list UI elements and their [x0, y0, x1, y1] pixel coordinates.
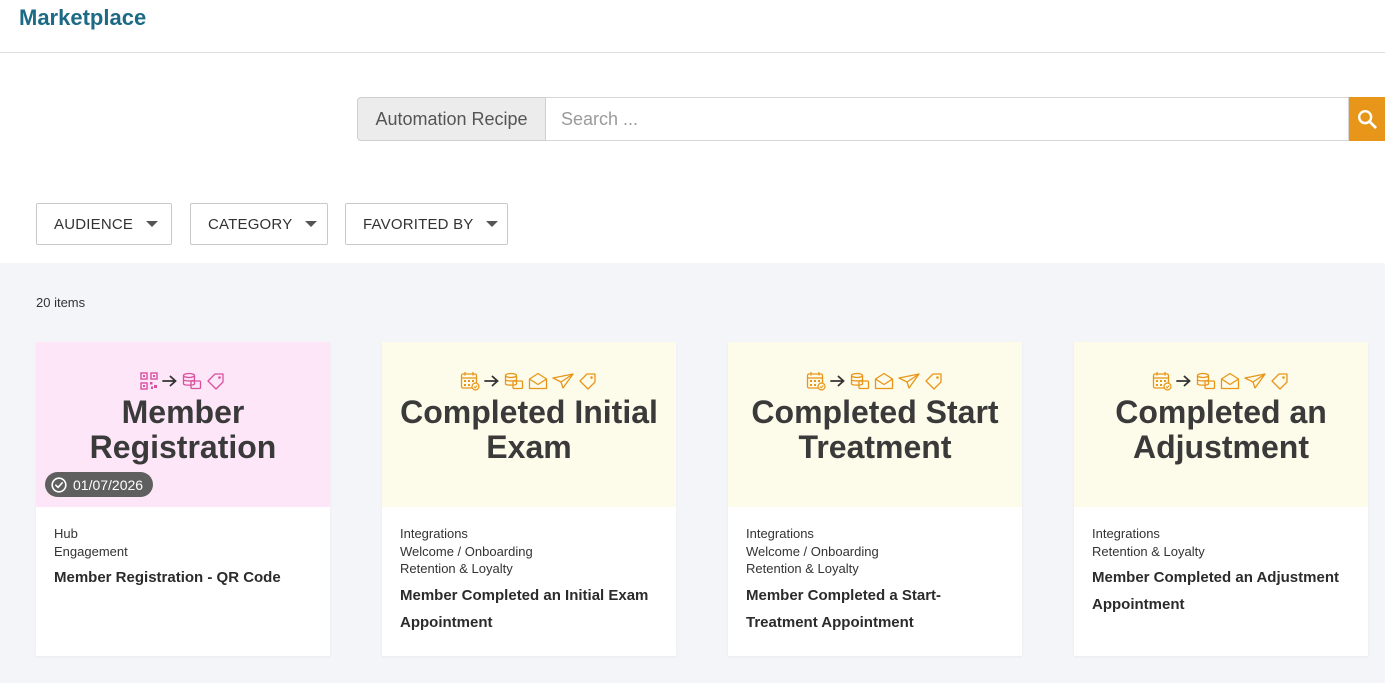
page-title: Marketplace — [19, 5, 147, 30]
card-meta: Integrations Welcome / Onboarding Retent… — [728, 507, 1022, 636]
card-tag: Integrations — [746, 526, 814, 541]
card-name[interactable]: Member Completed an Initial Exam Appoint… — [400, 582, 658, 636]
item-count: 20 items — [36, 295, 86, 310]
recipe-card[interactable]: Completed Start Treatment Integrations W… — [728, 342, 1022, 656]
calendar-icon — [1152, 372, 1172, 391]
arrow-right-icon — [162, 375, 177, 387]
card-tag: Retention & Loyalty — [1092, 543, 1205, 559]
tag-icon — [207, 373, 224, 390]
database-icon — [182, 372, 202, 390]
card-meta: Integrations Retention & Loyalty Member … — [1074, 507, 1368, 618]
search-bar: Automation Recipe — [357, 97, 1385, 141]
paper-plane-icon — [552, 373, 574, 389]
arrow-right-icon — [830, 375, 845, 387]
search-icon — [1358, 110, 1377, 129]
card-name[interactable]: Member Registration - QR Code — [54, 564, 312, 591]
paper-plane-icon — [1244, 373, 1266, 389]
card-banner: Completed an Adjustment — [1074, 342, 1368, 507]
caret-down-icon — [305, 221, 318, 227]
card-banner: Completed Start Treatment — [728, 342, 1022, 507]
calendar-icon — [460, 372, 480, 391]
card-banner-title: Completed Initial Exam — [400, 394, 658, 465]
card-banner-title: Member Registration — [89, 394, 277, 465]
qr-code-icon — [140, 372, 158, 390]
envelope-icon — [874, 372, 894, 390]
recipe-card[interactable]: Member Registration 01/07/2026 Hub Engag… — [36, 342, 330, 656]
caret-down-icon — [486, 221, 499, 227]
calendar-icon — [806, 372, 826, 391]
search-input[interactable] — [546, 97, 1349, 141]
card-meta: Hub Engagement Member Registration - QR … — [36, 507, 330, 591]
database-icon — [850, 372, 870, 390]
database-icon — [504, 372, 524, 390]
envelope-icon — [1220, 372, 1240, 390]
database-icon — [1196, 372, 1216, 390]
tag-icon — [1271, 373, 1288, 390]
filter-label: CATEGORY — [208, 215, 293, 233]
filter-category[interactable]: CATEGORY — [190, 203, 328, 245]
card-tag: Integrations — [400, 526, 468, 541]
paper-plane-icon — [898, 373, 920, 389]
card-name[interactable]: Member Completed a Start-Treatment Appoi… — [746, 582, 1004, 636]
arrow-right-icon — [484, 375, 499, 387]
card-banner: Completed Initial Exam — [382, 342, 676, 507]
results-area: 20 items Member Registration 01/07/2026 … — [0, 263, 1385, 683]
card-banner-title: Completed an Adjustment — [1115, 394, 1327, 465]
card-meta: Integrations Welcome / Onboarding Retent… — [382, 507, 676, 636]
badge-date: 01/07/2026 — [73, 476, 144, 493]
check-circle-icon — [51, 476, 67, 493]
envelope-icon — [528, 372, 548, 390]
filter-audience[interactable]: AUDIENCE — [36, 203, 172, 245]
card-tag: Engagement — [54, 543, 128, 559]
card-tag: Hub — [54, 526, 78, 541]
arrow-right-icon — [1176, 375, 1191, 387]
card-tag: Integrations — [1092, 526, 1160, 541]
date-badge: 01/07/2026 — [45, 472, 154, 497]
card-icons — [806, 371, 944, 391]
tag-icon — [925, 373, 942, 390]
card-icons — [1152, 371, 1290, 391]
card-tag: Retention & Loyalty — [746, 561, 859, 576]
recipe-card[interactable]: Completed an Adjustment Integrations Ret… — [1074, 342, 1368, 656]
search-scope-label[interactable]: Automation Recipe — [357, 97, 546, 141]
caret-down-icon — [146, 221, 159, 227]
top-bar: Marketplace — [0, 0, 1385, 53]
card-banner: Member Registration 01/07/2026 — [36, 342, 330, 507]
recipe-card[interactable]: Completed Initial Exam Integrations Welc… — [382, 342, 676, 656]
card-tag: Welcome / Onboarding — [746, 543, 879, 559]
filter-favorited-by[interactable]: FAVORITED BY — [345, 203, 508, 245]
search-button[interactable] — [1349, 97, 1385, 141]
card-name[interactable]: Member Completed an Adjustment Appointme… — [1092, 564, 1350, 618]
filter-label: FAVORITED BY — [363, 215, 474, 233]
card-tag: Retention & Loyalty — [400, 561, 513, 576]
tag-icon — [579, 373, 596, 390]
card-banner-title: Completed Start Treatment — [751, 394, 999, 465]
card-icons — [140, 371, 226, 391]
filter-label: AUDIENCE — [54, 215, 134, 233]
card-tag: Welcome / Onboarding — [400, 543, 533, 559]
card-icons — [460, 371, 598, 391]
